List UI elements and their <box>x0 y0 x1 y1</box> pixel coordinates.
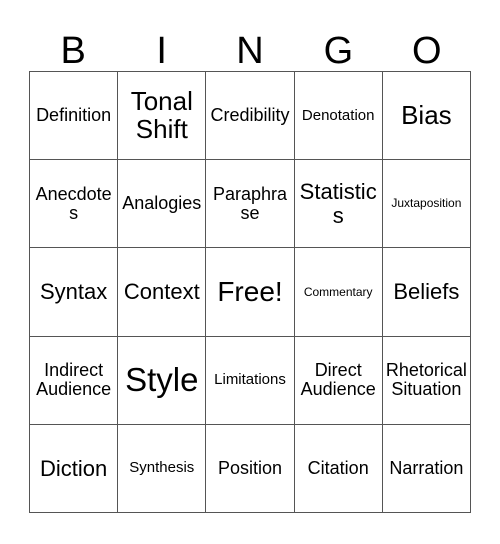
bingo-header-letter-i: I <box>156 30 167 72</box>
bingo-cell-r1c2[interactable]: Tonal Shift <box>118 72 207 161</box>
bingo-cell-r4c1[interactable]: Indirect Audience <box>30 336 119 425</box>
bingo-cell-label: Tonal Shift <box>130 86 193 144</box>
bingo-cell-r5c1[interactable]: Diction <box>30 424 119 513</box>
bingo-cell-r2c2[interactable]: Analogies <box>118 160 207 249</box>
bingo-cell-r2c3[interactable]: Paraphrase <box>206 160 295 249</box>
bingo-cell-label: Indirect Audience <box>36 360 112 400</box>
bingo-cell-r4c5[interactable]: Rhetorical Situation <box>382 336 471 425</box>
bingo-cell-r1c4[interactable]: Denotation <box>294 72 383 161</box>
bingo-cell-label: Citation <box>307 457 369 478</box>
bingo-cell-r1c3[interactable]: Credibility <box>206 72 295 161</box>
bingo-cell-r1c5[interactable]: Bias <box>382 72 471 161</box>
bingo-cell-label: Credibility <box>210 105 290 126</box>
bingo-cell-label: Anecdotes <box>35 183 112 223</box>
bingo-card: B I N G O Definition Tonal Shift Credibi… <box>0 0 500 544</box>
bingo-cell-r1c1[interactable]: Definition <box>30 72 119 161</box>
bingo-cell-label: Paraphrase <box>212 183 288 223</box>
bingo-cell-label: Bias <box>401 99 452 130</box>
bingo-cell-r4c3[interactable]: Limitations <box>206 336 295 425</box>
bingo-cell-r5c3[interactable]: Position <box>206 424 295 513</box>
bingo-header-letter-b: B <box>60 30 86 72</box>
bingo-cell-r3c1[interactable]: Syntax <box>30 248 119 337</box>
bingo-cell-r2c1[interactable]: Anecdotes <box>30 160 119 249</box>
bingo-cell-label: Diction <box>39 455 108 481</box>
bingo-cell-label: Rhetorical Situation <box>385 360 467 400</box>
bingo-cell-label: Position <box>217 457 283 478</box>
bingo-cell-label: Beliefs <box>393 279 460 305</box>
bingo-cell-label: Statistics <box>299 179 377 228</box>
bingo-cell-label: Synthesis <box>129 459 195 477</box>
bingo-header-letter-g: G <box>323 30 354 72</box>
bingo-cell-r5c2[interactable]: Synthesis <box>118 424 207 513</box>
bingo-header-letter-o: O <box>412 30 442 72</box>
bingo-cell-free-space[interactable]: Free! <box>206 248 295 337</box>
bingo-header-row: B I N G O <box>29 18 471 71</box>
bingo-cell-label: Analogies <box>122 193 202 214</box>
bingo-cell-label: Style <box>125 360 199 398</box>
bingo-cell-label: Direct Audience <box>300 360 376 400</box>
bingo-cell-r3c4[interactable]: Commentary <box>294 248 383 337</box>
bingo-cell-label: Limitations <box>214 371 286 389</box>
bingo-cell-r5c5[interactable]: Narration <box>382 424 471 513</box>
bingo-cell-r2c5[interactable]: Juxtaposition <box>382 160 471 249</box>
bingo-cell-r2c4[interactable]: Statistics <box>294 160 383 249</box>
bingo-cell-r4c2[interactable]: Style <box>118 336 207 425</box>
bingo-cell-label: Definition <box>36 105 112 126</box>
bingo-grid: Definition Tonal Shift Credibility Denot… <box>29 71 471 513</box>
bingo-cell-label: Free! <box>217 276 283 308</box>
bingo-cell-label: Context <box>123 279 200 305</box>
bingo-cell-r5c4[interactable]: Citation <box>294 424 383 513</box>
bingo-cell-label: Syntax <box>39 279 108 305</box>
bingo-cell-label: Juxtaposition <box>391 196 462 211</box>
bingo-header-letter-n: N <box>236 30 264 72</box>
bingo-cell-label: Denotation <box>301 106 375 124</box>
bingo-cell-r3c2[interactable]: Context <box>118 248 207 337</box>
bingo-cell-label: Commentary <box>303 284 373 299</box>
bingo-cell-r4c4[interactable]: Direct Audience <box>294 336 383 425</box>
bingo-cell-label: Narration <box>389 457 464 478</box>
bingo-cell-r3c5[interactable]: Beliefs <box>382 248 471 337</box>
